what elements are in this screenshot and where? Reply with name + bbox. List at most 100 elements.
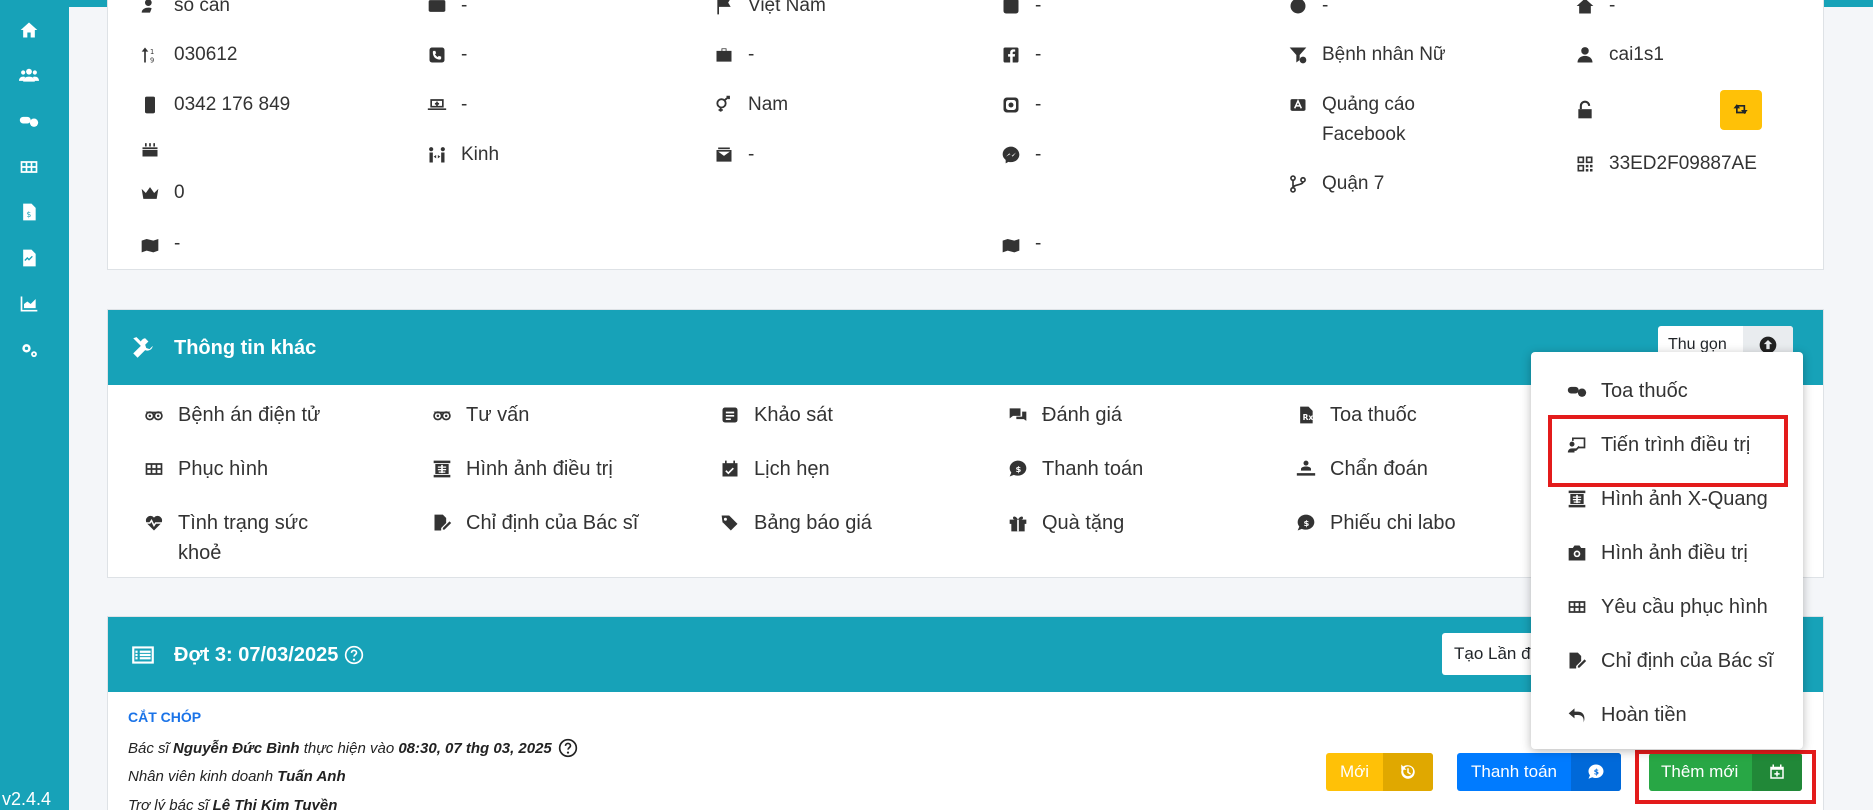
user-tag-icon bbox=[138, 0, 162, 21]
payment-button[interactable]: Thanh toán $ bbox=[1457, 753, 1622, 791]
phone-square-icon bbox=[425, 40, 449, 70]
invoice-icon[interactable]: $ bbox=[17, 200, 41, 224]
info-col4-map: - bbox=[999, 229, 1041, 259]
menu-item-diagnosis[interactable]: Chẩn đoán bbox=[1294, 454, 1428, 484]
calendar-check-icon bbox=[718, 454, 742, 484]
svg-text:9: 9 bbox=[150, 57, 154, 65]
dropdown-item-prosthesis-request[interactable]: Yêu cầu phục hình bbox=[1565, 592, 1768, 622]
menu-item-payment[interactable]: $ Thanh toán bbox=[1006, 454, 1143, 484]
svg-text:$: $ bbox=[1016, 464, 1022, 474]
mail-bulk-icon bbox=[712, 140, 736, 170]
tripadvisor-icon bbox=[430, 400, 454, 430]
question-circle-icon[interactable] bbox=[558, 738, 578, 758]
messenger-icon bbox=[999, 140, 1023, 170]
info-instagram: - bbox=[999, 90, 1041, 120]
filter-dollar-icon bbox=[1286, 40, 1310, 70]
menu-item-appointments[interactable]: Lịch hẹn bbox=[718, 454, 830, 484]
dropdown-item-refund[interactable]: Hoàn tiền bbox=[1565, 700, 1687, 730]
map-marked-icon bbox=[999, 229, 1023, 259]
svg-text:$: $ bbox=[1594, 768, 1599, 777]
assistant-name: Lê Thị Kim Tuyền bbox=[212, 797, 338, 810]
menu-item-doctor-orders[interactable]: Chỉ định của Bác sĩ bbox=[430, 508, 638, 538]
facebook-icon bbox=[999, 40, 1023, 70]
tripadvisor-icon bbox=[142, 400, 166, 430]
menu-item-survey[interactable]: Khảo sát bbox=[718, 400, 833, 430]
comments-icon bbox=[1006, 400, 1030, 430]
undo-icon bbox=[1565, 703, 1589, 727]
procedure-title: CẮT CHÓP bbox=[128, 709, 202, 725]
comment-dollar-icon: $ bbox=[1571, 753, 1622, 791]
question-circle-icon[interactable] bbox=[344, 645, 364, 665]
info-col4-top: - bbox=[999, 0, 1041, 21]
laptop-medical-icon bbox=[425, 90, 449, 120]
menu-item-gifts[interactable]: Quà tặng bbox=[1006, 508, 1124, 538]
video-icon bbox=[999, 0, 1023, 21]
menu-item-health-status[interactable]: Tình trạng sức khoẻ bbox=[142, 508, 332, 568]
birthday-cake-icon bbox=[138, 134, 162, 164]
assistant-line: Trợ lý bác sĩ Lê Thị Kim Tuyền bbox=[128, 797, 337, 810]
doctor-time: 08:30, 07 thg 03, 2025 bbox=[398, 739, 552, 757]
x-ray-icon bbox=[430, 454, 454, 484]
info-branch: Quận 7 bbox=[1286, 169, 1384, 199]
list-alt-icon bbox=[130, 642, 156, 668]
doctor-name: Nguyễn Đức Bình bbox=[173, 739, 300, 757]
grid-icon[interactable] bbox=[17, 155, 41, 179]
sales-name: Tuấn Anh bbox=[277, 768, 346, 785]
report-icon[interactable] bbox=[17, 246, 41, 270]
id-card-icon bbox=[425, 0, 449, 21]
tags-icon bbox=[718, 508, 742, 538]
dropdown-item-xray-images[interactable]: Hình ảnh X-Quang bbox=[1565, 484, 1768, 514]
map-marked-icon bbox=[138, 229, 162, 259]
other-info-title: Thông tin khác bbox=[174, 337, 317, 359]
pills-icon[interactable] bbox=[17, 109, 41, 133]
users-icon[interactable] bbox=[17, 63, 41, 87]
home-icon[interactable] bbox=[17, 18, 41, 42]
menu-item-prosthesis[interactable]: Phục hình bbox=[142, 454, 268, 484]
sort-numeric-icon: 19 bbox=[138, 40, 162, 70]
status-new-button[interactable]: Mới bbox=[1326, 753, 1434, 791]
info-gender: Nam bbox=[712, 90, 788, 120]
info-so-can: số căn bbox=[138, 0, 230, 21]
app-version: v2.4.4 bbox=[2, 789, 52, 809]
sales-line: Nhân viên kinh doanh Tuấn Anh bbox=[128, 768, 346, 785]
unlock-icon bbox=[1573, 95, 1597, 125]
mobile-icon bbox=[138, 90, 162, 120]
retweet-icon bbox=[1733, 104, 1748, 115]
info-col5-top: - bbox=[1286, 0, 1328, 21]
comment-dollar-icon: $ bbox=[1006, 454, 1030, 484]
menu-item-prescription[interactable]: Rx Toa thuốc bbox=[1294, 400, 1417, 430]
dropdown-item-doctor-orders[interactable]: Chỉ định của Bác sĩ bbox=[1565, 646, 1773, 676]
info-code: 1 9 030612 bbox=[138, 40, 237, 70]
menu-item-labo-expense[interactable]: $ Phiếu chi labo bbox=[1294, 508, 1456, 538]
info-username: cai1s1 bbox=[1573, 40, 1664, 70]
info-email: - bbox=[712, 140, 754, 170]
swap-button[interactable] bbox=[1720, 90, 1762, 130]
info-ethnicity: Kinh bbox=[425, 140, 499, 170]
highlight-add-new bbox=[1635, 750, 1816, 804]
add-new-dropdown: Toa thuốc Tiến trình điều trị Hình ảnh X… bbox=[1531, 352, 1803, 749]
info-source: Quảng cáo Facebook bbox=[1286, 90, 1436, 150]
qrcode-icon bbox=[1573, 149, 1597, 179]
briefcase-icon bbox=[712, 40, 736, 70]
highlight-treatment-progress bbox=[1548, 415, 1788, 487]
dropdown-item-prescription[interactable]: Toa thuốc bbox=[1565, 376, 1688, 406]
chart-icon[interactable] bbox=[17, 292, 41, 316]
doctor-line: Bác sĩ Nguyễn Đức Bình thực hiện vào 08:… bbox=[128, 738, 578, 758]
menu-item-review[interactable]: Đánh giá bbox=[1006, 400, 1122, 430]
info-job: - bbox=[712, 40, 754, 70]
gift-icon bbox=[1006, 508, 1030, 538]
instagram-icon bbox=[999, 90, 1023, 120]
settings-icon[interactable] bbox=[17, 338, 41, 362]
info-address: - bbox=[138, 229, 180, 259]
menu-item-consult[interactable]: Tư vấn bbox=[430, 400, 529, 430]
flag-icon bbox=[712, 0, 736, 21]
file-signature-icon bbox=[430, 508, 454, 538]
heartbeat-icon bbox=[142, 508, 166, 538]
menu-item-treatment-images[interactable]: Hình ảnh điều trị bbox=[430, 454, 613, 484]
menu-item-quotation[interactable]: Bảng báo giá bbox=[718, 508, 872, 538]
dropdown-item-treatment-images[interactable]: Hình ảnh điều trị bbox=[1565, 538, 1748, 568]
svg-text:1: 1 bbox=[150, 48, 154, 56]
pills-icon bbox=[1565, 379, 1589, 403]
teeth-grid-icon bbox=[142, 454, 166, 484]
menu-item-electronic-record[interactable]: Bệnh án điện tử bbox=[142, 400, 320, 430]
